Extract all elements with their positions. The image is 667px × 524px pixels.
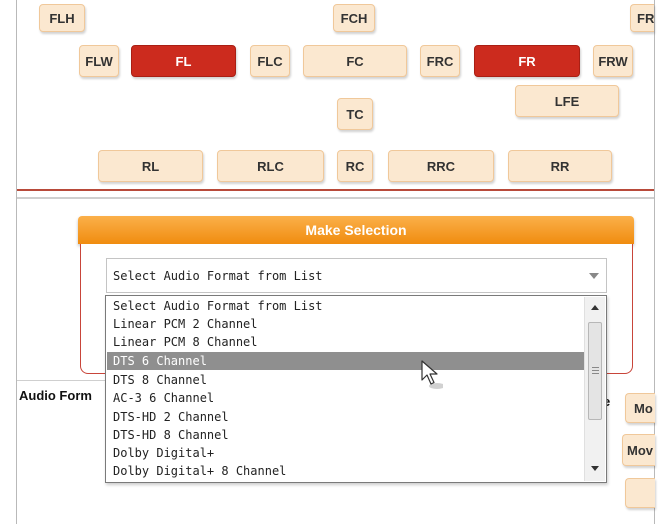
speaker-rl-button[interactable]: RL (98, 150, 203, 182)
speaker-fr-button[interactable]: FR (474, 45, 580, 77)
list-item[interactable]: DTS-HD 8 Channel (107, 426, 585, 444)
speaker-rrc-button[interactable]: RRC (388, 150, 494, 182)
move-button-1[interactable]: Mo (625, 393, 655, 423)
speaker-flw-button[interactable]: FLW (79, 45, 119, 77)
audio-format-select[interactable]: Select Audio Format from List (106, 258, 607, 293)
speaker-fl-button[interactable]: FL (131, 45, 236, 77)
lower-divider (17, 380, 107, 381)
list-item[interactable]: DTS 8 Channel (107, 371, 585, 389)
list-item[interactable]: Select Audio Format from List (107, 297, 585, 315)
list-item[interactable]: AC-3 6 Channel (107, 389, 585, 407)
list-item[interactable]: Dolby Digital+ 8 Channel (107, 462, 585, 480)
chevron-down-icon[interactable] (589, 273, 599, 279)
audio-format-dropdown-list[interactable]: Select Audio Format from List Linear PCM… (105, 295, 607, 483)
grip-line (592, 373, 599, 374)
grip-line (592, 367, 599, 368)
audio-format-select-value: Select Audio Format from List (113, 268, 323, 283)
scrollbar-thumb[interactable] (588, 322, 602, 420)
speaker-rr-button[interactable]: RR (508, 150, 612, 182)
speaker-tc-button[interactable]: TC (337, 98, 373, 130)
make-selection-header: Make Selection (78, 216, 634, 244)
dropdown-scrollbar[interactable] (584, 297, 605, 481)
speaker-fch-button[interactable]: FCH (333, 4, 375, 32)
move-button-2[interactable]: Mov (622, 434, 655, 466)
list-item[interactable]: Linear PCM 8 Channel (107, 333, 585, 351)
scroll-down-arrow-icon[interactable] (591, 466, 599, 471)
list-item-highlighted[interactable]: DTS 6 Channel (107, 352, 585, 370)
list-item[interactable]: DTS-HD 2 Channel (107, 408, 585, 426)
section-divider (17, 197, 654, 199)
speaker-lfe-button[interactable]: LFE (515, 85, 619, 117)
mouse-cursor-icon (421, 360, 443, 389)
speaker-flh-button[interactable]: FLH (39, 4, 85, 32)
speaker-frw-button[interactable]: FRW (593, 45, 633, 77)
list-item[interactable]: Linear PCM 2 Channel (107, 315, 585, 333)
speaker-frc-button[interactable]: FRC (420, 45, 460, 77)
move-button-3[interactable] (625, 478, 655, 508)
speaker-rc-button[interactable]: RC (337, 150, 373, 182)
audio-format-label: Audio Form (19, 388, 92, 403)
speaker-fc-button[interactable]: FC (303, 45, 407, 77)
speaker-frh-button[interactable]: FR (630, 4, 654, 32)
speaker-flc-button[interactable]: FLC (250, 45, 290, 77)
list-item[interactable]: Dolby Digital+ (107, 444, 585, 462)
speaker-rlc-button[interactable]: RLC (217, 150, 324, 182)
scroll-up-arrow-icon[interactable] (591, 305, 599, 310)
grip-line (592, 370, 599, 371)
